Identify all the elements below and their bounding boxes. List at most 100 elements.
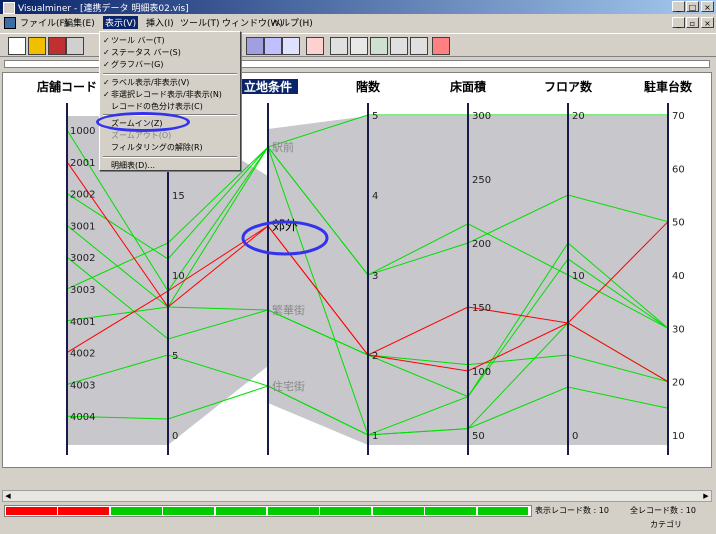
axis-tick-label: 10 [672, 431, 685, 442]
filter-icon[interactable] [264, 37, 282, 55]
menu-tools[interactable]: ツール(T) [180, 16, 220, 29]
close-button[interactable]: × [701, 1, 714, 12]
report-icon[interactable] [390, 37, 408, 55]
title-bar: Visualminer - [連携データ 明細表02.vis] _ □ × [0, 0, 716, 14]
total-records-count: 全レコード数 : 10 [630, 506, 696, 515]
highlight-ellipse [96, 112, 190, 132]
open-icon[interactable] [28, 37, 46, 55]
category-label: カテゴリ [650, 520, 682, 529]
table-icon[interactable] [330, 37, 348, 55]
axis-tick-label: 300 [472, 111, 491, 122]
axis-tick-label: 2002 [70, 190, 95, 201]
axis-tick-label: 10 [572, 271, 585, 282]
axis-tick-label: 20 [672, 378, 685, 389]
status-record-segment [372, 507, 424, 515]
view-menu-item-label: 明細表(D)... [111, 161, 156, 170]
axis-tick-label: 50 [672, 218, 685, 229]
menu-help[interactable]: ヘルプ(H) [272, 16, 313, 29]
shown-records-count: 表示レコード数 : 10 [535, 506, 609, 515]
app-icon [3, 2, 15, 14]
grid-icon[interactable] [350, 37, 368, 55]
axis-tick-label: 50 [472, 431, 485, 442]
axis-tick-label: 0 [572, 431, 578, 442]
view-menu-item-9[interactable]: 明細表(D)... [103, 160, 237, 172]
checkmark-icon: ✓ [103, 48, 110, 57]
axis-title: フロア数 [544, 79, 593, 94]
new-icon[interactable] [8, 37, 26, 55]
axis-tick-label: 3003 [70, 285, 95, 296]
axis-title: 店舗コード [37, 79, 97, 94]
status-record-bar [4, 505, 532, 517]
shade-band [268, 116, 368, 445]
axis-tick-label: 3001 [70, 221, 95, 232]
axis-title: 立地条件 [244, 79, 292, 94]
view-menu-item-4[interactable]: ✓非選択レコード表示/非表示(N) [103, 89, 237, 101]
axis-tick-label: 繁華街 [272, 303, 305, 317]
axis-tick-label: 3002 [70, 253, 95, 264]
axis-tick-label: 250 [472, 175, 491, 186]
view-menu-item-label: レコードの色分け表示(C) [111, 102, 203, 111]
view-menu-item-label: フィルタリングの解除(R) [111, 143, 203, 152]
axis-tick-label: 0 [172, 431, 178, 442]
view-menu-item-label: 非選択レコード表示/非表示(N) [111, 90, 222, 99]
view-menu-item-3[interactable]: ✓ラベル表示/非表示(V) [103, 77, 237, 89]
view-menu-item-0[interactable]: ✓ツール バー(T) [103, 35, 237, 47]
axis-tick-label: 70 [672, 111, 685, 122]
scroll-right-arrow[interactable]: ▶ [701, 491, 711, 501]
checkmark-icon: ✓ [103, 60, 110, 69]
document-icon [4, 17, 16, 29]
horizontal-scrollbar[interactable]: ◀ ▶ [2, 490, 712, 502]
maximize-button[interactable]: □ [686, 1, 699, 12]
view-menu-item-label: ズームアウト(O) [111, 131, 172, 140]
brush-icon[interactable] [370, 37, 388, 55]
view-menu-item-label: ラベル表示/非表示(V) [111, 78, 190, 87]
axis-title: 階数 [356, 79, 381, 94]
export-icon[interactable] [410, 37, 428, 55]
view-menu-item-5[interactable]: レコードの色分け表示(C) [103, 101, 237, 113]
status-record-segment [110, 507, 162, 515]
axis-tick-label: 200 [472, 239, 491, 250]
axis-tick-label: 2 [372, 351, 378, 362]
status-record-segment [477, 507, 529, 515]
axis-tick-label: 1 [372, 431, 378, 442]
save-icon[interactable] [48, 37, 66, 55]
axis-tick-label: 40 [672, 271, 685, 282]
menu-view[interactable]: 表示(V) [103, 16, 139, 29]
axis-tick-label: 駅前 [272, 140, 294, 154]
menu-edit[interactable]: 編集(E) [64, 16, 95, 29]
menu-file[interactable]: ファイル(F) [20, 16, 68, 29]
chart-icon[interactable] [282, 37, 300, 55]
view-menu-item-7[interactable]: ズームアウト(O) [103, 130, 237, 142]
shade-band [368, 116, 668, 445]
axis-tick-label: 3 [372, 271, 378, 282]
menu-separator [103, 73, 237, 75]
print-icon[interactable] [66, 37, 84, 55]
axis-tick-label: 150 [472, 303, 491, 314]
axis-tick-label: 郊外 [272, 218, 298, 234]
red-tool-icon[interactable] [432, 37, 450, 55]
axis-tick-label: 60 [672, 164, 685, 175]
axis-tick-label: 15 [172, 191, 185, 202]
chart2-icon[interactable] [306, 37, 324, 55]
status-record-segment [163, 507, 214, 515]
axis-title: 床面積 [450, 79, 487, 94]
view-menu-item-8[interactable]: フィルタリングの解除(R) [103, 142, 237, 154]
status-record-segment [6, 507, 57, 515]
doc-restore-button[interactable]: ▫ [686, 17, 699, 28]
view-menu-dropdown: ✓ツール バー(T) ✓ステータス バー(S) ✓グラフバー(G) ✓ラベル表示/非表… [96, 31, 241, 172]
axis-tick-label: 5 [172, 351, 178, 362]
status-record-segment [425, 507, 476, 515]
scroll-left-arrow[interactable]: ◀ [3, 491, 13, 501]
checkmark-icon: ✓ [103, 36, 110, 45]
view-menu-item-1[interactable]: ✓ステータス バー(S) [103, 47, 237, 59]
minimize-button[interactable]: _ [672, 1, 685, 12]
window-title: Visualminer - [連携データ 明細表02.vis] [18, 4, 189, 14]
menu-insert[interactable]: 挿入(I) [146, 16, 174, 29]
view-menu-item-2[interactable]: ✓グラフバー(G) [103, 59, 237, 71]
axis-tick-label: 4003 [70, 380, 95, 391]
checkmark-icon: ✓ [103, 78, 110, 87]
doc-close-button[interactable]: × [701, 17, 714, 28]
zoom-icon[interactable] [246, 37, 264, 55]
doc-minimize-button[interactable]: _ [672, 17, 685, 28]
axis-tick-label: 10 [172, 271, 185, 282]
